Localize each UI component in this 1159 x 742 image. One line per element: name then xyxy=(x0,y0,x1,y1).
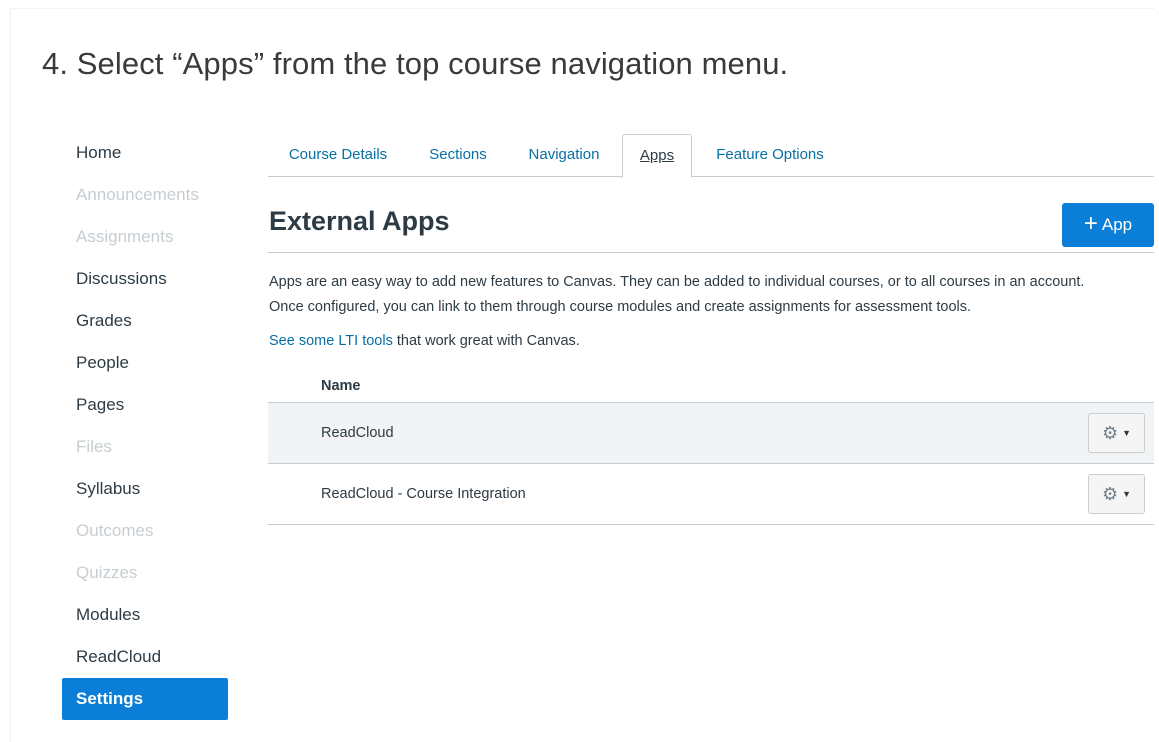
sidebar-item-modules[interactable]: Modules xyxy=(62,594,228,636)
lti-tools-line: See some LTI tools that work great with … xyxy=(269,333,580,349)
external-apps-table: ReadCloud ⚙ ▼ ReadCloud - Course Integra… xyxy=(268,402,1154,525)
app-name: ReadCloud - Course Integration xyxy=(321,486,526,502)
lti-tools-link[interactable]: See some LTI tools xyxy=(269,333,393,349)
column-header-name: Name xyxy=(321,378,361,394)
sidebar-item-settings[interactable]: Settings xyxy=(62,678,228,720)
app-settings-menu-button[interactable]: ⚙ ▼ xyxy=(1088,474,1145,514)
add-app-button[interactable]: + App xyxy=(1062,203,1154,247)
sidebar-item-pages[interactable]: Pages xyxy=(62,384,228,426)
tab-sections[interactable]: Sections xyxy=(417,134,499,177)
sidebar-item-files[interactable]: Files xyxy=(62,426,228,468)
settings-tabs: Course Details Sections Navigation Apps … xyxy=(268,134,1154,178)
caret-down-icon: ▼ xyxy=(1122,427,1132,438)
tab-navigation[interactable]: Navigation xyxy=(518,134,610,177)
sidebar-item-announcements[interactable]: Announcements xyxy=(62,174,228,216)
instruction-text: 4. Select “Apps” from the top course nav… xyxy=(42,46,789,81)
gear-icon: ⚙ xyxy=(1101,423,1119,443)
caret-down-icon: ▼ xyxy=(1122,488,1132,499)
tab-course-details[interactable]: Course Details xyxy=(276,134,400,177)
description-line-2: Once configured, you can link to them th… xyxy=(269,299,972,315)
table-row: ReadCloud ⚙ ▼ xyxy=(268,403,1154,464)
apps-description: Apps are an easy way to add new features… xyxy=(269,270,1159,320)
sidebar-item-quizzes[interactable]: Quizzes xyxy=(62,552,228,594)
course-nav-sidebar: Home Announcements Assignments Discussio… xyxy=(62,132,228,720)
tab-feature-options[interactable]: Feature Options xyxy=(704,134,836,177)
sidebar-item-people[interactable]: People xyxy=(62,342,228,384)
page-title: External Apps xyxy=(269,206,450,236)
sidebar-item-readcloud[interactable]: ReadCloud xyxy=(62,636,228,678)
table-row: ReadCloud - Course Integration ⚙ ▼ xyxy=(268,464,1154,525)
sidebar-item-discussions[interactable]: Discussions xyxy=(62,258,228,300)
sidebar-item-home[interactable]: Home xyxy=(62,132,228,174)
sidebar-item-syllabus[interactable]: Syllabus xyxy=(62,468,228,510)
sidebar-item-outcomes[interactable]: Outcomes xyxy=(62,510,228,552)
title-divider xyxy=(268,252,1154,253)
tab-apps[interactable]: Apps xyxy=(622,134,692,178)
app-name: ReadCloud xyxy=(321,425,394,441)
sidebar-item-grades[interactable]: Grades xyxy=(62,300,228,342)
add-app-label: App xyxy=(1101,215,1133,234)
lti-tools-suffix: that work great with Canvas. xyxy=(392,333,580,349)
sidebar-item-assignments[interactable]: Assignments xyxy=(62,216,228,258)
gear-icon: ⚙ xyxy=(1101,484,1119,504)
app-settings-menu-button[interactable]: ⚙ ▼ xyxy=(1088,413,1145,453)
description-line-1: Apps are an easy way to add new features… xyxy=(269,274,1085,290)
plus-icon: + xyxy=(1083,210,1098,237)
